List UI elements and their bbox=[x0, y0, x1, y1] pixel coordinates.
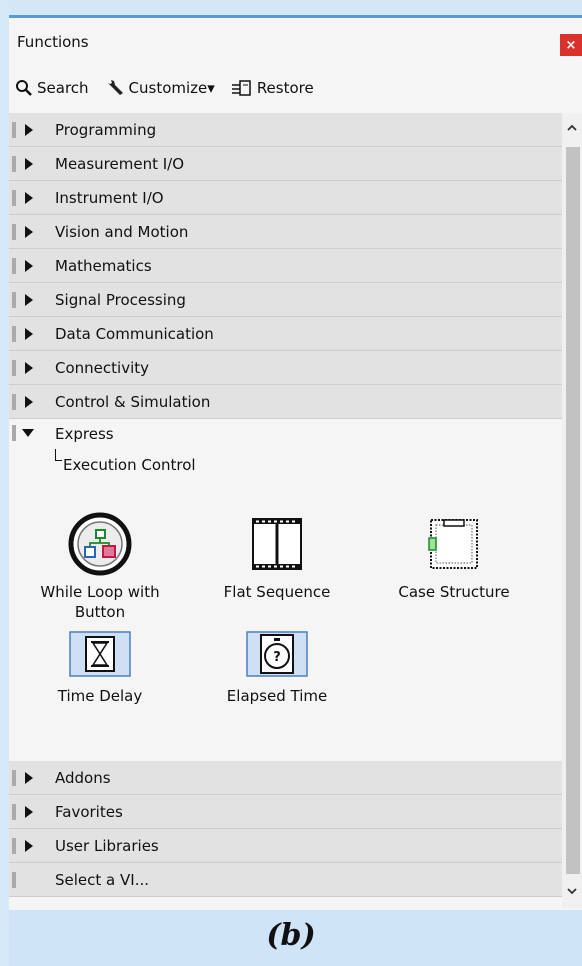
search-icon bbox=[16, 80, 32, 96]
category-label: Signal Processing bbox=[55, 291, 186, 309]
item-label: Elapsed Time bbox=[226, 687, 328, 705]
category-row-measurement-io[interactable]: Measurement I/O bbox=[9, 147, 562, 181]
scroll-up-icon[interactable] bbox=[566, 121, 578, 135]
drag-grip[interactable] bbox=[12, 190, 16, 206]
vertical-scrollbar[interactable] bbox=[562, 113, 582, 908]
drag-grip[interactable] bbox=[12, 224, 16, 240]
restore-label: Restore bbox=[256, 79, 314, 97]
item-label: Case Structure bbox=[398, 583, 510, 601]
category-row-data-communication[interactable]: Data Communication bbox=[9, 317, 562, 351]
category-row-mathematics[interactable]: Mathematics bbox=[9, 249, 562, 283]
item-label: Time Delay bbox=[57, 687, 143, 705]
search-label: Search bbox=[37, 79, 89, 97]
category-label: Favorites bbox=[55, 803, 123, 821]
expand-arrow-icon[interactable] bbox=[25, 396, 33, 408]
category-row-instrument-io[interactable]: Instrument I/O bbox=[9, 181, 562, 215]
drag-grip[interactable] bbox=[12, 156, 16, 172]
item-label-line2: Button bbox=[74, 603, 126, 621]
expand-arrow-icon[interactable] bbox=[25, 362, 33, 374]
category-row-connectivity[interactable]: Connectivity bbox=[9, 351, 562, 385]
expand-arrow-icon[interactable] bbox=[25, 840, 33, 852]
window-left-band bbox=[0, 0, 9, 966]
expand-arrow-icon[interactable] bbox=[25, 124, 33, 136]
category-row-programming[interactable]: Programming bbox=[9, 113, 562, 147]
drag-grip[interactable] bbox=[12, 292, 16, 308]
palette-item-time-delay[interactable]: Time Delay bbox=[25, 630, 175, 706]
expand-arrow-icon[interactable] bbox=[25, 294, 33, 306]
customize-button[interactable]: Customize▾ bbox=[105, 79, 215, 97]
time-delay-icon bbox=[69, 631, 131, 677]
category-row-vision-motion[interactable]: Vision and Motion bbox=[9, 215, 562, 249]
expand-arrow-icon[interactable] bbox=[25, 328, 33, 340]
drag-grip[interactable] bbox=[12, 394, 16, 410]
category-list: Programming Measurement I/O Instrument I… bbox=[9, 113, 562, 897]
scroll-down-icon[interactable] bbox=[566, 884, 578, 898]
palette-item-case-structure[interactable]: Case Structure bbox=[369, 512, 539, 602]
drag-grip[interactable] bbox=[12, 804, 16, 820]
category-row-favorites[interactable]: Favorites bbox=[9, 795, 562, 829]
category-label: User Libraries bbox=[55, 837, 159, 855]
category-label: Control & Simulation bbox=[55, 393, 211, 411]
item-label: While Loop with bbox=[40, 583, 160, 601]
expand-arrow-icon[interactable] bbox=[25, 806, 33, 818]
drag-grip[interactable] bbox=[12, 838, 16, 854]
customize-label: Customize▾ bbox=[128, 79, 215, 97]
category-row-addons[interactable]: Addons bbox=[9, 761, 562, 795]
expand-arrow-icon[interactable] bbox=[25, 260, 33, 272]
close-button[interactable]: × bbox=[560, 34, 582, 56]
drag-grip[interactable] bbox=[12, 326, 16, 342]
category-row-user-libraries[interactable]: User Libraries bbox=[9, 829, 562, 863]
category-label: Addons bbox=[55, 769, 111, 787]
palette-item-flat-sequence[interactable]: Flat Sequence bbox=[197, 512, 357, 602]
category-row-select-vi[interactable]: Select a VI... bbox=[9, 863, 562, 897]
drag-grip[interactable] bbox=[12, 770, 16, 786]
restore-button[interactable]: Restore bbox=[231, 79, 314, 97]
category-row-control-simulation[interactable]: Control & Simulation bbox=[9, 385, 562, 419]
elapsed-time-icon: ? bbox=[246, 631, 308, 677]
category-label: Programming bbox=[55, 121, 157, 139]
category-label: Connectivity bbox=[55, 359, 149, 377]
scrollbar-thumb[interactable] bbox=[566, 147, 580, 874]
category-label: Vision and Motion bbox=[55, 223, 189, 241]
palette-item-while-loop[interactable]: While Loop with Button bbox=[15, 512, 185, 622]
wrench-icon bbox=[107, 80, 123, 95]
category-label: Instrument I/O bbox=[55, 189, 164, 207]
palette-title: Functions bbox=[17, 33, 89, 51]
category-express-expanded: Express Execution Control While Loop wit… bbox=[9, 419, 562, 761]
category-label-express[interactable]: Express bbox=[55, 425, 114, 443]
window-top-band bbox=[0, 0, 582, 15]
drag-grip[interactable] bbox=[12, 425, 16, 441]
palette-toolbar: Search Customize▾ Restore bbox=[15, 76, 330, 100]
expand-arrow-icon[interactable] bbox=[25, 772, 33, 784]
search-button[interactable]: Search bbox=[15, 79, 89, 97]
collapse-arrow-icon[interactable] bbox=[22, 429, 34, 437]
category-label: Data Communication bbox=[55, 325, 214, 343]
drag-grip[interactable] bbox=[12, 872, 16, 888]
palette-item-elapsed-time[interactable]: ? Elapsed Time bbox=[202, 630, 352, 706]
item-label: Flat Sequence bbox=[223, 583, 331, 601]
drag-grip[interactable] bbox=[12, 360, 16, 376]
while-loop-icon bbox=[68, 512, 132, 576]
flat-sequence-icon bbox=[252, 518, 302, 570]
tree-connector bbox=[55, 449, 62, 461]
category-label: Mathematics bbox=[55, 257, 152, 275]
figure-caption: (b) bbox=[266, 918, 316, 953]
expand-arrow-icon[interactable] bbox=[25, 192, 33, 204]
drag-grip[interactable] bbox=[12, 122, 16, 138]
restore-icon bbox=[231, 80, 251, 96]
category-label: Select a VI... bbox=[55, 871, 149, 889]
expand-arrow-icon[interactable] bbox=[25, 158, 33, 170]
drag-grip[interactable] bbox=[12, 258, 16, 274]
category-row-signal-processing[interactable]: Signal Processing bbox=[9, 283, 562, 317]
case-structure-icon bbox=[428, 519, 478, 569]
expand-arrow-icon[interactable] bbox=[25, 226, 33, 238]
category-label: Measurement I/O bbox=[55, 155, 185, 173]
subpalette-label[interactable]: Execution Control bbox=[63, 456, 196, 474]
svg-text:?: ? bbox=[273, 650, 281, 665]
